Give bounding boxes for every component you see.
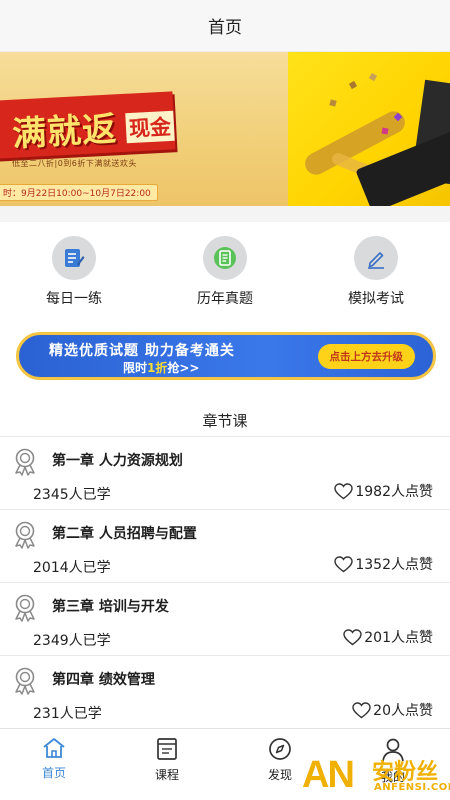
heart-icon [343, 628, 362, 645]
tab-label: 发现 [267, 768, 292, 782]
like-count-text: 1982人点赞 [355, 484, 433, 500]
learner-count: 231人已学 [33, 706, 102, 722]
medal-icon [11, 666, 39, 700]
chapter-row[interactable]: 第三章 培训与开发 2349人已学 201人点赞 [0, 583, 450, 656]
upgrade-subline: 限时1折抢>> [123, 359, 200, 376]
learner-count: 2345人已学 [33, 487, 111, 503]
chapter-row[interactable]: 第四章 绩效管理 231人已学 20人点赞 [0, 656, 450, 729]
user-icon [382, 738, 404, 762]
top-bar: 首页 [0, 0, 450, 52]
tab-label: 课程 [154, 768, 179, 782]
tab-label: 首页 [41, 766, 66, 780]
chapter-list: 第一章 人力资源规划 2345人已学 1982人点赞 第二章 人员招聘与配置 2… [0, 436, 450, 729]
like-count-text: 1352人点赞 [355, 557, 433, 573]
page-title: 首页 [208, 18, 242, 38]
learner-count: 2349人已学 [33, 633, 111, 649]
chapter-title: 第一章 人力资源规划 [52, 453, 183, 469]
chapter-title: 第四章 绩效管理 [52, 672, 155, 688]
promo-subtext: 低至二八折|0到6折下满就送欢头 [12, 159, 137, 168]
like-count[interactable]: 20人点赞 [352, 700, 433, 720]
upgrade-subline-highlight: 1折 [147, 361, 168, 375]
like-count[interactable]: 201人点赞 [343, 627, 433, 647]
chapter-row[interactable]: 第二章 人员招聘与配置 2014人已学 1352人点赞 [0, 510, 450, 583]
mock-exam-icon [354, 236, 398, 280]
quick-action-mock-exam[interactable]: 模拟考试 [316, 236, 436, 308]
heart-icon [334, 555, 354, 572]
upgrade-headline: 精选优质试题 助力备考通关 [49, 343, 235, 359]
like-count[interactable]: 1352人点赞 [334, 554, 433, 574]
medal-icon [11, 447, 39, 481]
upgrade-subline-pre: 限时 [123, 361, 148, 375]
heart-icon [352, 701, 371, 718]
tab-label: 我的 [380, 770, 405, 784]
daily-practice-icon [52, 236, 96, 280]
tab-mine[interactable]: 我的 [353, 737, 433, 785]
like-count[interactable]: 1982人点赞 [334, 481, 433, 501]
learner-count: 2014人已学 [33, 560, 111, 576]
chapter-row[interactable]: 第一章 人力资源规划 2345人已学 1982人点赞 [0, 437, 450, 510]
promo-main-text: 满就返 [11, 109, 119, 155]
confetti [381, 127, 389, 135]
bottom-tab-bar: 首页 课程 发现 我的 [0, 728, 450, 800]
section-divider [0, 206, 450, 222]
compass-icon [269, 738, 291, 760]
upgrade-cta-button[interactable]: 点击上方去升级 [317, 344, 415, 369]
quick-action-label: 每日一练 [46, 291, 102, 307]
tab-course[interactable]: 课程 [127, 737, 207, 783]
chapter-title: 第二章 人员招聘与配置 [52, 526, 197, 542]
course-icon [157, 738, 177, 760]
upgrade-banner[interactable]: 精选优质试题 助力备考通关 限时1折抢>> 点击上方去升级 [16, 332, 436, 380]
promo-cash-text: 现金 [125, 110, 175, 144]
quick-action-label: 历年真题 [197, 291, 253, 307]
promo-date: 时：9月22日10:00~10月7日22:00 [0, 184, 158, 201]
upgrade-subline-post: 抢>> [167, 361, 200, 375]
section-title: 章节课 [202, 411, 248, 430]
heart-icon [334, 482, 354, 499]
past-exams-icon [203, 236, 247, 280]
medal-icon [11, 593, 39, 627]
like-count-text: 20人点赞 [373, 703, 433, 719]
chapter-title: 第三章 培训与开发 [52, 599, 169, 615]
quick-actions: 每日一练 历年真题 模拟考试 [0, 222, 450, 322]
promo-carousel[interactable]: 满就返 现金 低至二八折|0到6折下满就送欢头 时：9月22日10:00~10月… [0, 52, 450, 206]
medal-icon [11, 520, 39, 554]
tab-discover[interactable]: 发现 [240, 737, 320, 783]
like-count-text: 201人点赞 [364, 630, 433, 646]
home-icon [43, 738, 65, 758]
tab-home[interactable]: 首页 [14, 737, 94, 781]
quick-action-label: 模拟考试 [348, 291, 404, 307]
quick-action-past-exams[interactable]: 历年真题 [165, 236, 285, 308]
quick-action-daily-practice[interactable]: 每日一练 [14, 236, 134, 308]
